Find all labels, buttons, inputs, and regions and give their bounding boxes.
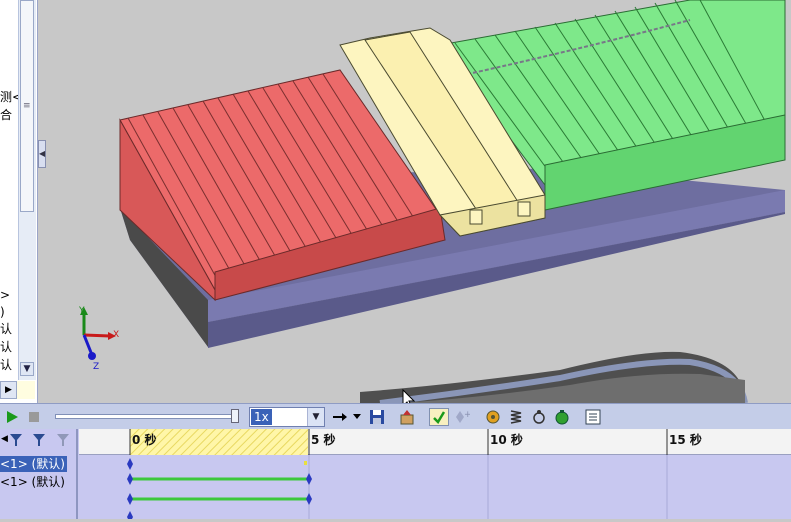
arrow-right-icon	[333, 413, 347, 421]
timeline-slider[interactable]	[55, 409, 240, 423]
speed-value: 1x	[251, 409, 272, 425]
contact-icon	[533, 410, 545, 424]
time-tick-label: 0 秒	[132, 433, 157, 447]
keyframe-marker	[306, 473, 312, 485]
results-icon	[585, 409, 601, 425]
timeline-grid[interactable]	[79, 455, 791, 522]
scroll-right-icon[interactable]: ▶	[0, 381, 17, 399]
motor-button[interactable]	[484, 408, 502, 426]
tree-item[interactable]: )	[0, 305, 5, 319]
gravity-button[interactable]	[553, 408, 571, 426]
tree-item[interactable]: >	[0, 288, 10, 302]
timeline-tree: ◀ <1> (默认) <1> (默认)	[0, 429, 78, 519]
panel-collapse-handle[interactable]: ◀	[38, 140, 46, 168]
feature-tree-panel: 测< 合 > ) 认 认 认 合 ≡ ▼ ▶	[0, 0, 38, 403]
timeline-row-label[interactable]: <1> (默认)	[0, 474, 67, 490]
collapse-icon[interactable]: ◀	[1, 434, 8, 444]
axis-z-label: Z	[93, 362, 99, 372]
graphics-viewport[interactable]: Y X Z	[46, 0, 791, 403]
filter-selected-icon[interactable]	[56, 433, 70, 447]
chevron-down-icon[interactable]: ▼	[307, 408, 324, 426]
timeline-ruler[interactable]: 0 秒 5 秒 10 秒 15 秒	[79, 429, 791, 455]
chevron-down-icon	[353, 414, 361, 419]
key-check-icon	[433, 411, 446, 424]
add-key-button[interactable]: +	[453, 408, 471, 426]
animation-toolbar: 1x ▼ +	[0, 403, 791, 429]
play-icon	[7, 411, 18, 423]
playback-speed-select[interactable]: 1x ▼	[249, 407, 325, 427]
scroll-down-icon[interactable]: ▼	[20, 362, 34, 376]
save-icon	[370, 410, 384, 424]
time-bar-marker	[304, 461, 307, 465]
motor-icon	[486, 410, 500, 424]
slider-handle[interactable]	[231, 409, 239, 423]
grip-icon: ≡	[23, 101, 31, 111]
wizard-icon	[400, 410, 414, 425]
playback-mode-dropdown[interactable]	[352, 408, 362, 426]
timeline-filter-bar: ◀	[0, 432, 78, 450]
stop-icon	[29, 412, 39, 422]
keyframe-marker	[127, 458, 133, 470]
tree-item[interactable]: 认	[0, 358, 12, 372]
tree-item[interactable]: 认	[0, 322, 12, 336]
play-button[interactable]	[4, 408, 20, 426]
contact-button[interactable]	[530, 408, 548, 426]
time-tick-label: 15 秒	[669, 433, 702, 447]
motion-study-timeline: ◀ <1> (默认) <1> (默认) 0 秒 5 秒 10 秒 15 秒	[0, 429, 791, 522]
table-slot-a	[469, 209, 483, 225]
filter-animated-icon[interactable]	[9, 433, 23, 447]
keyframe-marker	[127, 473, 133, 485]
tree-horizontal-scrollbar[interactable]	[17, 381, 35, 399]
timeline-row-label[interactable]: <1> (默认)	[0, 456, 67, 472]
filter-driving-icon[interactable]	[32, 433, 46, 447]
axis-x-label: X	[113, 330, 119, 340]
save-animation-button[interactable]	[368, 408, 386, 426]
axis-y-label: Y	[78, 306, 85, 316]
tree-vertical-scrollbar[interactable]: ≡ ▼	[18, 0, 36, 380]
results-button[interactable]	[584, 408, 602, 426]
keyframe-marker	[127, 511, 133, 522]
time-tick-label: 10 秒	[490, 433, 523, 447]
stop-button[interactable]	[26, 408, 42, 426]
spring-icon	[510, 410, 522, 424]
svg-text:+: +	[464, 410, 470, 420]
spring-button[interactable]	[507, 408, 525, 426]
model-view: Y X Z	[78, 0, 786, 403]
add-key-icon: +	[456, 410, 470, 423]
keyframe-marker	[306, 493, 312, 505]
table-slot-b	[517, 201, 531, 217]
playback-mode-button[interactable]	[332, 408, 348, 426]
keyframe-marker	[127, 493, 133, 505]
tree-item[interactable]: 合	[0, 108, 12, 122]
gravity-icon	[555, 410, 569, 425]
coordinate-triad-icon: Y X Z	[78, 306, 119, 372]
autokey-button[interactable]	[429, 408, 449, 426]
time-tick-label: 5 秒	[311, 433, 336, 447]
animation-wizard-button[interactable]	[398, 408, 416, 426]
tree-item[interactable]: 认	[0, 340, 12, 354]
